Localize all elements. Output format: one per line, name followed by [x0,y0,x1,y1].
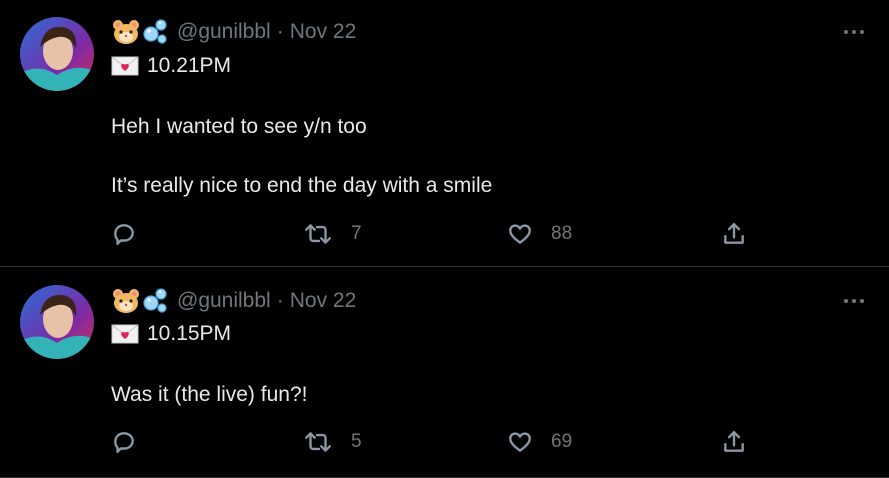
reply-icon [114,432,134,453]
retweet-icon [305,224,331,244]
love-letter-emoji-icon [111,56,139,76]
like-button[interactable]: 88 [507,219,572,249]
like-count: 88 [551,223,573,244]
share-button[interactable] [721,427,747,457]
reply-icon [114,224,134,245]
like-button[interactable]: 69 [507,427,572,457]
hamster-emoji-icon [113,20,139,44]
separator: · [276,20,284,43]
bubbles-emoji-icon [143,19,167,44]
tweet-time-text: 10.15PM [147,322,232,345]
tweet-time-line: 10.21PM [111,52,231,80]
retweet-count: 5 [351,431,362,452]
like-icon [509,432,531,452]
reply-button[interactable] [111,427,137,457]
user-handle[interactable]: @gunilbbl [177,289,271,313]
share-button[interactable] [721,219,747,249]
tweet-actions: 7 88 [111,219,751,249]
tweet-header: @gunilbbl · Nov 22 [111,18,356,46]
user-handle[interactable]: @gunilbbl [177,20,271,44]
tweet-time-text: 10.21PM [147,54,232,77]
tweet-actions: 5 69 [111,427,751,457]
share-icon [724,431,744,452]
share-icon [724,223,744,244]
retweet-button[interactable]: 7 [303,219,362,249]
tweet-date[interactable]: Nov 22 [290,20,357,44]
bubbles-emoji-icon [143,288,167,313]
retweet-button[interactable]: 5 [303,427,362,457]
more-icon[interactable] [839,289,869,313]
love-letter-emoji-icon [111,324,139,344]
avatar[interactable] [20,17,94,91]
reply-button[interactable] [111,219,137,249]
retweet-icon [305,432,331,452]
tweet-text-line: Heh I wanted to see y/n too [111,115,367,138]
tweet-time-line: 10.15PM [111,320,231,348]
hamster-emoji-icon [113,289,139,313]
tweet-text-line: Was it (the live) fun?! [111,383,308,406]
tweet[interactable]: @gunilbbl · Nov 22 10.21PM Heh I wanted … [0,0,889,267]
retweet-count: 7 [351,223,362,244]
separator: · [276,289,284,312]
tweet-header: @gunilbbl · Nov 22 [111,287,356,315]
tweet[interactable]: @gunilbbl · Nov 22 10.15PM Was it (the l… [0,267,889,478]
tweet-date[interactable]: Nov 22 [290,289,357,313]
avatar[interactable] [20,285,94,359]
more-icon[interactable] [839,20,869,44]
like-icon [509,224,531,244]
like-count: 69 [551,431,573,452]
tweet-text-line: It’s really nice to end the day with a s… [111,174,493,197]
